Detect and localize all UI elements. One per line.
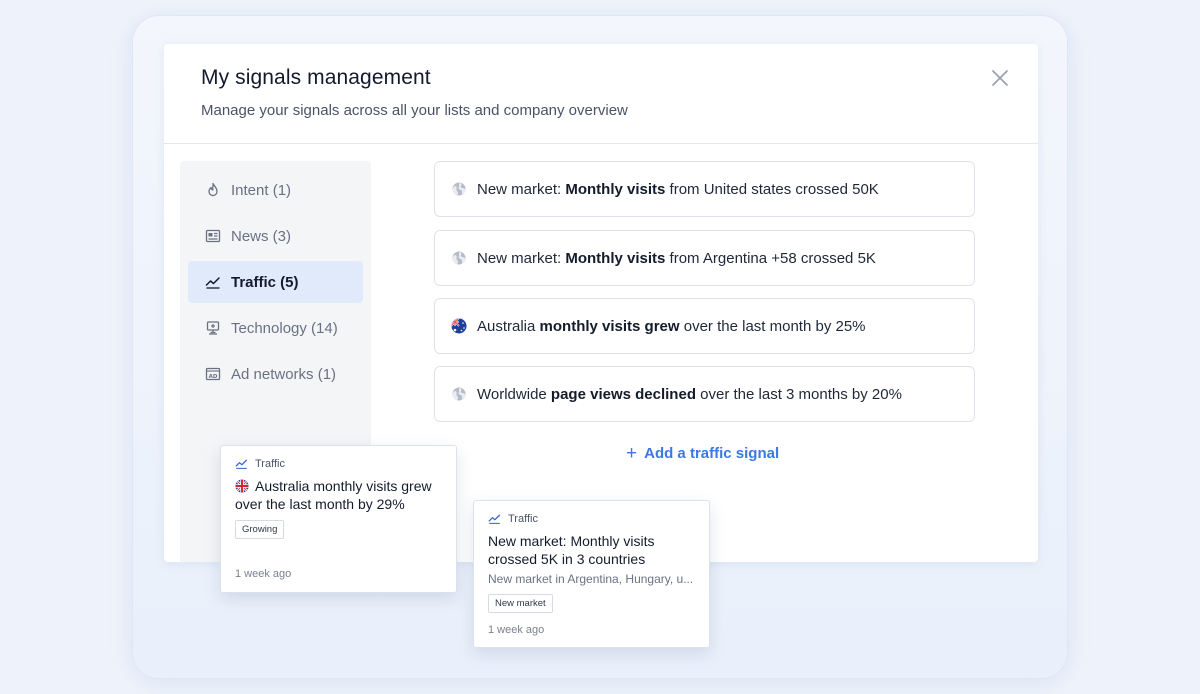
modal-header: My signals management Manage your signal… (164, 44, 1038, 144)
sidebar-item-label: Traffic (5) (231, 273, 299, 291)
signal-suffix: over the last 3 months by 20% (695, 385, 902, 403)
card-title: New market: Monthly visits crossed 5K in… (488, 533, 655, 567)
plus-icon: + (626, 443, 638, 464)
globe-icon (451, 250, 467, 266)
signal-highlight: monthly visits grew (539, 317, 680, 335)
signal-card[interactable]: Traffic Australia monthly visits grew ov… (220, 445, 457, 593)
signal-prefix: New market: (477, 249, 566, 267)
signal-row[interactable]: Worldwide page views declined over the l… (434, 366, 975, 422)
close-button[interactable] (988, 66, 1012, 90)
modal-title: My signals management (201, 66, 431, 89)
card-timestamp: 1 week ago (488, 624, 545, 636)
sidebar-item-technology[interactable]: Technology (14) (188, 307, 363, 349)
globe-icon (451, 181, 467, 197)
signal-highlight: Monthly visits (565, 180, 666, 198)
signal-prefix: Worldwide (477, 385, 551, 403)
status-badge: Growing (235, 520, 285, 539)
card-type-label: Traffic (508, 512, 538, 525)
ad-badge-icon: AD (205, 366, 221, 382)
card-timestamp: 1 week ago (235, 568, 292, 580)
card-type: Traffic (235, 457, 285, 470)
signal-row[interactable]: New market: Monthly visits from United s… (434, 161, 975, 217)
newspaper-icon (205, 228, 221, 244)
signal-suffix: over the last month by 25% (679, 317, 866, 335)
sidebar-item-label: Technology (14) (231, 319, 338, 337)
sidebar-item-news[interactable]: News (3) (188, 215, 363, 257)
sidebar-item-ad-networks[interactable]: AD Ad networks (1) (188, 353, 363, 395)
monitor-icon (205, 320, 221, 336)
trend-line-icon (235, 457, 248, 470)
card-type-label: Traffic (255, 457, 285, 470)
status-badge: New market (488, 594, 553, 613)
uk-flag-icon (235, 479, 249, 493)
signal-suffix: from Argentina +58 crossed 5K (665, 249, 876, 267)
signal-card[interactable]: Traffic New market: Monthly visits cross… (473, 500, 710, 648)
card-title: Australia monthly visits grew over the l… (235, 477, 450, 513)
add-traffic-signal-button[interactable]: + Add a traffic signal (626, 444, 779, 463)
card-type: Traffic (488, 512, 538, 525)
signal-row[interactable]: New market: Monthly visits from Argentin… (434, 230, 975, 286)
signal-highlight: page views declined (550, 385, 696, 403)
modal-subtitle: Manage your signals across all your list… (201, 102, 628, 119)
sidebar-item-traffic[interactable]: Traffic (5) (188, 261, 363, 303)
card-description: New market in Argentina, Hungary, u... (488, 572, 694, 586)
australia-flag-icon (451, 318, 467, 334)
sidebar-item-intent[interactable]: Intent (1) (188, 169, 363, 211)
card-title-text: Australia monthly visits grew over the l… (235, 478, 432, 512)
signal-row[interactable]: Australia monthly visits grew over the l… (434, 298, 975, 354)
globe-icon (451, 386, 467, 402)
add-signal-label: Add a traffic signal (644, 445, 780, 462)
close-icon (988, 70, 1012, 94)
signal-prefix: New market: (477, 180, 566, 198)
signal-prefix: Australia (477, 317, 540, 335)
signal-suffix: from United states crossed 50K (665, 180, 879, 198)
svg-text:AD: AD (209, 374, 218, 380)
sidebar-item-label: Intent (1) (231, 181, 292, 199)
trend-line-icon (205, 274, 221, 290)
sidebar-item-label: Ad networks (1) (231, 365, 337, 383)
signal-highlight: Monthly visits (565, 249, 666, 267)
trend-line-icon (488, 512, 501, 525)
sidebar-item-label: News (3) (231, 227, 292, 245)
flame-icon (205, 182, 221, 198)
